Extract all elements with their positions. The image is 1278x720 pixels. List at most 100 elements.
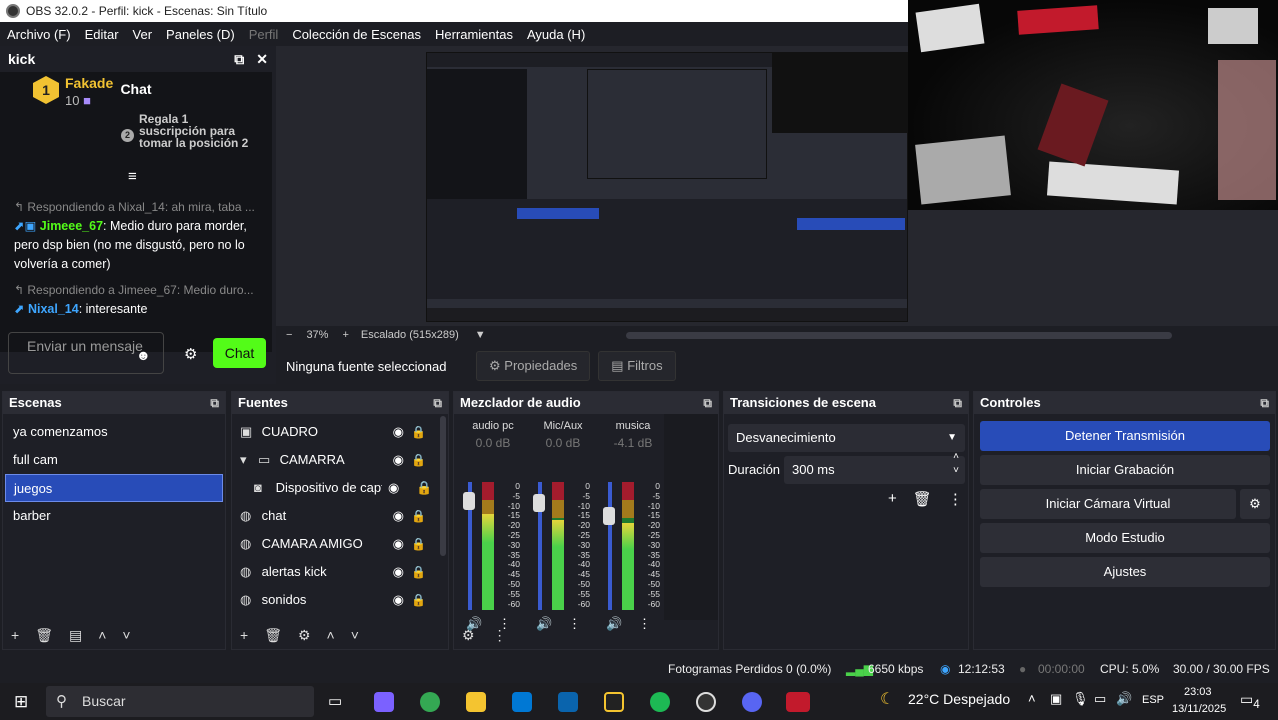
chevron-down-icon[interactable]: ▾ <box>240 446 258 474</box>
lock-icon[interactable]: 🔒 <box>411 558 426 586</box>
move-down-icon[interactable]: ˅ <box>351 627 359 643</box>
add-icon[interactable]: + <box>240 627 248 643</box>
voicemeeter-icon[interactable] <box>786 692 810 712</box>
stop-stream-button[interactable]: Detener Transmisión <box>980 421 1270 451</box>
settings-button[interactable]: Ajustes <box>980 557 1270 587</box>
menu-perfil[interactable]: Perfil <box>244 27 284 42</box>
volume-slider[interactable] <box>608 482 612 610</box>
lock-icon[interactable]: 🔒 <box>416 480 432 496</box>
move-up-icon[interactable]: ˄ <box>98 627 106 643</box>
copilot-icon[interactable] <box>374 692 394 712</box>
source-item[interactable]: ◍ alertas kick ◉ 🔒 <box>232 558 448 586</box>
trash-icon[interactable]: 🗑 <box>35 627 53 644</box>
studio-mode-button[interactable]: Modo Estudio <box>980 523 1270 553</box>
advanced-audio-icon[interactable]: ⚙ <box>462 627 475 644</box>
source-item[interactable]: ▣ CUADRO ◉ 🔒 <box>232 418 448 446</box>
add-icon[interactable]: + <box>888 490 897 508</box>
mic-icon[interactable]: 🎙 <box>1072 691 1089 707</box>
menu-ayuda[interactable]: Ayuda (H) <box>522 27 590 42</box>
volume-knob[interactable] <box>533 494 545 512</box>
tray-icon[interactable]: ▣ <box>1050 691 1062 707</box>
scene-item[interactable]: full cam <box>5 446 223 474</box>
spotify-icon[interactable] <box>650 692 670 712</box>
weather-text[interactable]: 22°C Despejado <box>908 691 1010 707</box>
more-icon[interactable]: ⋮ <box>493 627 507 644</box>
sources-scrollbar[interactable] <box>440 416 446 556</box>
volume-knob[interactable] <box>463 492 475 510</box>
lock-icon[interactable]: 🔒 <box>411 446 426 474</box>
transition-select[interactable]: Desvanecimiento ▼ <box>728 424 965 452</box>
chrome-icon[interactable] <box>420 692 440 712</box>
virtual-cam-settings-icon[interactable]: ⚙ <box>1240 489 1270 519</box>
trash-icon[interactable]: 🗑 <box>264 627 282 644</box>
tray-chevron-icon[interactable]: ˄ <box>1028 691 1036 706</box>
zoom-out-icon[interactable]: − <box>286 329 292 341</box>
chevron-down-icon[interactable]: ▼ <box>475 329 486 341</box>
undock-icon[interactable]: ⧉ <box>1260 392 1269 414</box>
lock-icon[interactable]: 🔒 <box>411 502 426 530</box>
spin-icon[interactable]: ˄ ˅ <box>953 450 959 478</box>
scale-mode[interactable]: Escalado (515x289) <box>361 329 459 341</box>
eye-icon[interactable]: ◉ <box>388 480 399 496</box>
outlook-icon[interactable] <box>558 692 578 712</box>
start-virtual-cam-button[interactable]: Iniciar Cámara Virtual <box>980 489 1236 519</box>
lock-icon[interactable]: 🔒 <box>411 586 426 614</box>
trash-icon[interactable]: 🗑 <box>913 490 932 508</box>
chat-username[interactable]: Nixal_14 <box>28 302 79 316</box>
chat-send-button[interactable]: Chat <box>213 338 266 368</box>
filters-button[interactable]: ▤ Filtros <box>598 351 676 381</box>
menu-paneles[interactable]: Paneles (D) <box>161 27 240 42</box>
emoji-icon[interactable]: ☻ <box>136 347 151 363</box>
source-item[interactable]: ◍ CAMARA AMIGO ◉ 🔒 <box>232 530 448 558</box>
lock-icon[interactable]: 🔒 <box>411 418 426 446</box>
scene-filters-icon[interactable]: ▤ <box>69 627 82 644</box>
eye-icon[interactable]: ◉ <box>393 586 404 614</box>
eye-icon[interactable]: ◉ <box>393 418 404 446</box>
scene-item-selected[interactable]: juegos <box>5 474 223 502</box>
task-view-icon[interactable]: ▭ <box>328 692 342 710</box>
chat-settings-icon[interactable]: ⚙ <box>184 345 197 363</box>
app-icon[interactable] <box>604 692 624 712</box>
menu-coleccion[interactable]: Colección de Escenas <box>287 27 426 42</box>
undock-icon[interactable]: ⧉ <box>953 392 962 414</box>
eye-icon[interactable]: ◉ <box>393 558 404 586</box>
duration-input[interactable]: 300 ms ˄ ˅ <box>784 451 965 484</box>
add-icon[interactable]: + <box>11 627 19 643</box>
eye-icon[interactable]: ◉ <box>393 530 404 558</box>
scene-item[interactable]: ya comenzamos <box>5 418 223 446</box>
explorer-icon[interactable] <box>466 692 486 712</box>
undock-icon[interactable]: ⧉ <box>703 392 712 414</box>
discord-icon[interactable] <box>742 692 762 712</box>
start-recording-button[interactable]: Iniciar Grabación <box>980 455 1270 485</box>
volume-knob[interactable] <box>603 507 615 525</box>
eye-icon[interactable]: ◉ <box>393 502 404 530</box>
network-icon[interactable]: ▭ <box>1094 691 1106 707</box>
source-item[interactable]: ◍ sonidos ◉ 🔒 <box>232 586 448 614</box>
chat-username[interactable]: Jimeee_67 <box>40 219 103 233</box>
menu-editar[interactable]: Editar <box>80 27 124 42</box>
expand-menu-icon[interactable]: ≡ <box>128 168 137 185</box>
undock-icon[interactable]: ⧉ <box>210 392 219 414</box>
menu-ver[interactable]: Ver <box>128 27 158 42</box>
language[interactable]: ESP <box>1142 694 1164 706</box>
taskbar-search[interactable]: ⚲ Buscar <box>46 686 314 717</box>
notifications-icon[interactable]: ▭4 <box>1240 691 1260 711</box>
preview-canvas[interactable] <box>426 52 908 322</box>
properties-button[interactable]: ⚙ Propiedades <box>476 351 591 381</box>
menu-archivo[interactable]: Archivo (F) <box>2 27 76 42</box>
scene-item[interactable]: barber <box>5 502 223 530</box>
clock-date[interactable]: 13/11/2025 <box>1172 703 1226 715</box>
windows-start-icon[interactable]: ⊞ <box>14 692 28 712</box>
undock-icon[interactable]: ⧉ <box>234 51 244 68</box>
zoom-in-icon[interactable]: + <box>342 329 348 341</box>
source-item[interactable]: ◍ chat ◉ 🔒 <box>232 502 448 530</box>
eye-icon[interactable]: ◉ <box>393 446 404 474</box>
gear-icon[interactable]: ⚙ <box>298 627 311 644</box>
undock-icon[interactable]: ⧉ <box>433 392 442 414</box>
store-icon[interactable] <box>512 692 532 712</box>
lock-icon[interactable]: 🔒 <box>411 530 426 558</box>
close-icon[interactable]: ✕ <box>256 51 268 68</box>
source-item[interactable]: ◙ Dispositivo de captura <box>232 474 382 502</box>
move-up-icon[interactable]: ˄ <box>327 627 335 643</box>
volume-icon[interactable]: 🔊 <box>1116 691 1132 707</box>
